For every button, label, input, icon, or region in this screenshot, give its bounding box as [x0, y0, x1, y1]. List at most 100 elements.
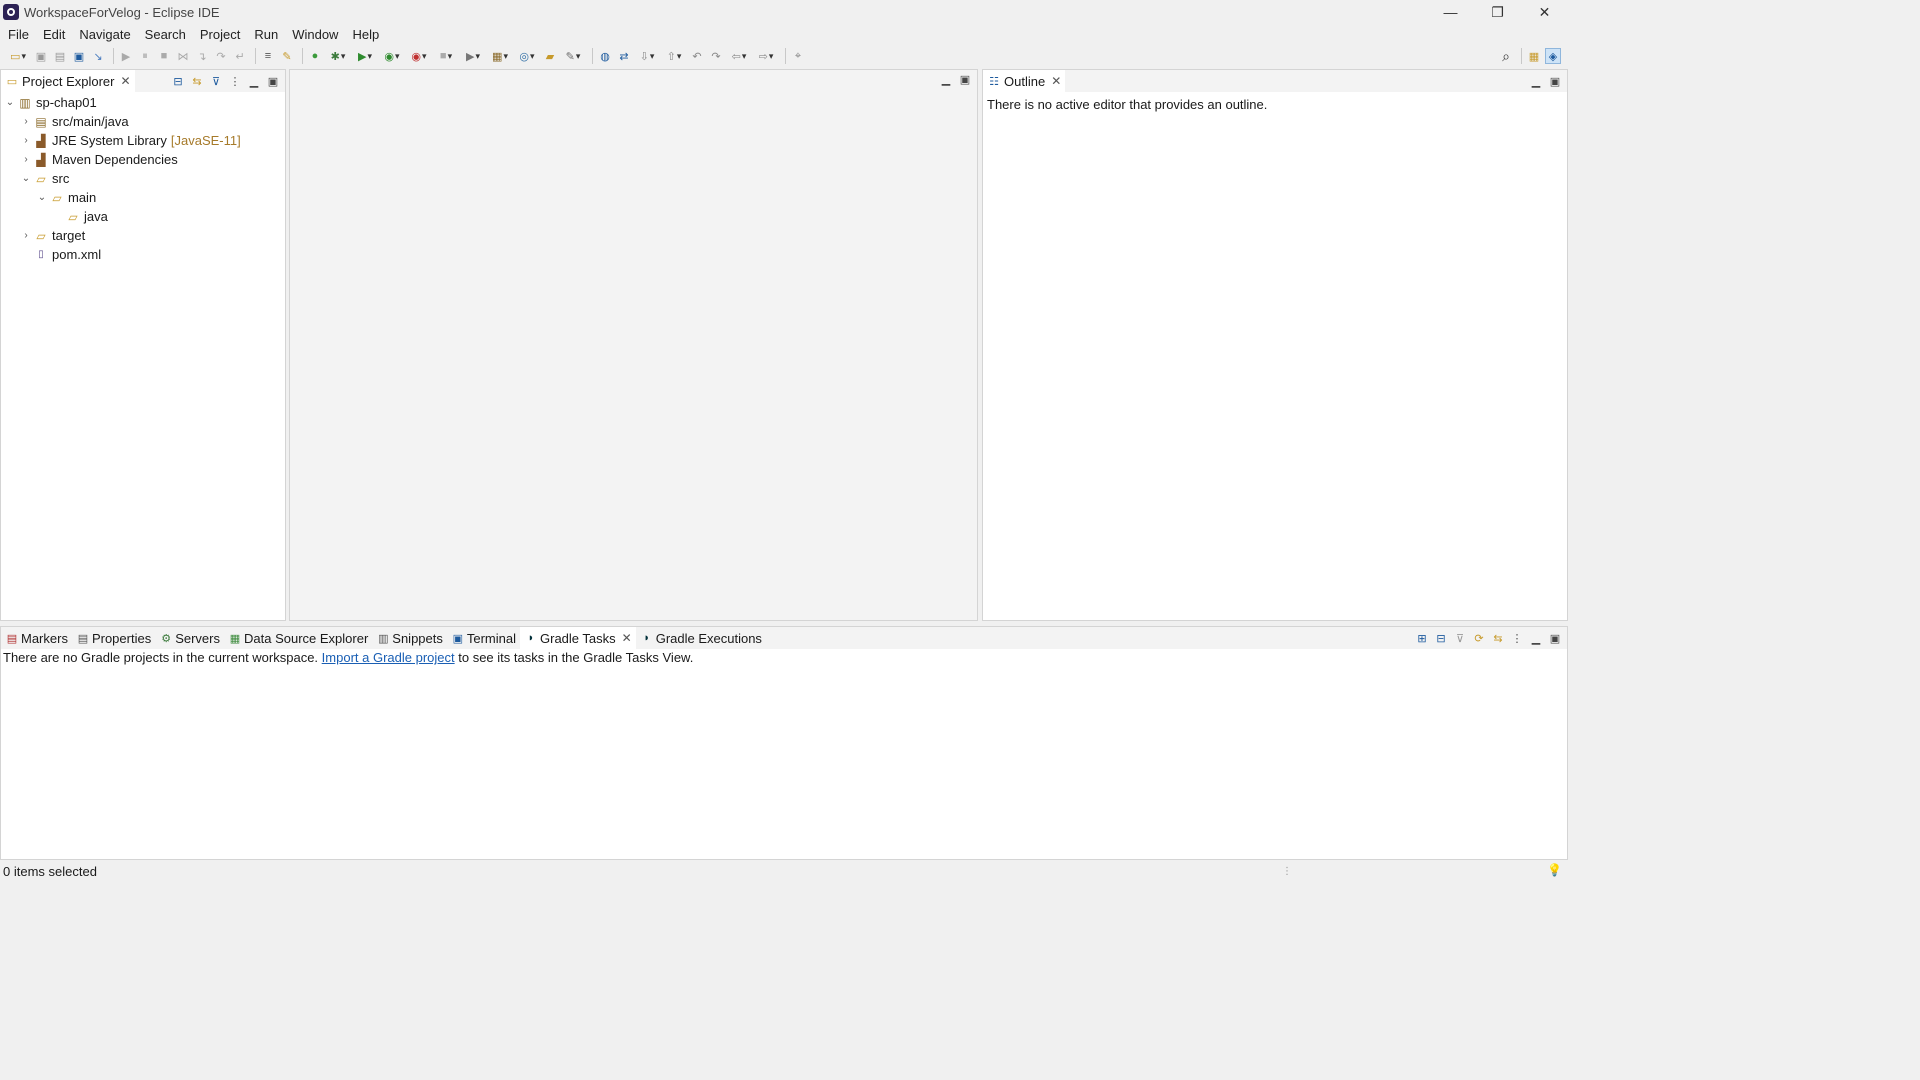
maximize-view-icon[interactable]: ▣ [265, 73, 281, 89]
chevron-down-icon[interactable]: ⌄ [35, 192, 49, 203]
filter-icon[interactable]: ⊽ [1452, 630, 1468, 646]
web-browser-icon[interactable]: ◍ [597, 48, 613, 64]
minimize-view-icon[interactable]: ▁ [246, 73, 262, 89]
collapse-all-icon[interactable]: ⊟ [170, 73, 186, 89]
open-perspective-icon[interactable]: ▦ [1526, 48, 1542, 64]
tab-markers[interactable]: ▤ Markers [1, 627, 72, 649]
next-annotation-icon[interactable]: ⇩ [635, 48, 659, 64]
open-task-icon[interactable]: ⇄ [616, 48, 632, 64]
terminal-icon[interactable]: ▣ [71, 48, 87, 64]
step-into-icon[interactable]: ↴ [194, 48, 210, 64]
open-type-icon[interactable]: ▰ [542, 48, 558, 64]
menu-search[interactable]: Search [138, 27, 193, 42]
close-icon[interactable]: ✕ [1051, 74, 1061, 88]
new-icon[interactable]: ▭ [6, 48, 30, 64]
build-icon[interactable]: ✎ [279, 48, 295, 64]
maximize-view-icon[interactable]: ▣ [1547, 73, 1563, 89]
menu-navigate[interactable]: Navigate [72, 27, 137, 42]
menu-window[interactable]: Window [285, 27, 345, 42]
tree-item-jre-system-library[interactable]: › ▟ JRE System Library [JavaSE-11] [1, 131, 285, 150]
word-wrap-icon[interactable]: ≡ [260, 48, 276, 64]
tab-servers[interactable]: ⚙ Servers [155, 627, 224, 649]
tree-item-src-main-java[interactable]: › ▤ src/main/java [1, 112, 285, 131]
spring-icon[interactable]: ● [307, 48, 323, 64]
tab-project-explorer[interactable]: ▭ Project Explorer ✕ [1, 70, 135, 92]
tree-item-sp-chap01[interactable]: ⌄ ▥ sp-chap01 [1, 93, 285, 112]
skip-breakpoints-icon[interactable]: ↘ [90, 48, 106, 64]
view-menu-icon[interactable]: ⋮ [227, 73, 243, 89]
tree-item-maven-dependencies[interactable]: › ▟ Maven Dependencies [1, 150, 285, 169]
import-gradle-project-link[interactable]: Import a Gradle project [322, 650, 455, 665]
resume-icon[interactable]: ▶ [118, 48, 134, 64]
close-icon[interactable]: ✕ [120, 74, 130, 88]
menu-run[interactable]: Run [247, 27, 285, 42]
suspend-icon[interactable]: ⏸ [137, 48, 153, 64]
tree-item-target[interactable]: › ▱ target [1, 226, 285, 245]
toolbar-separator [592, 48, 593, 64]
tab-properties[interactable]: ▤ Properties [72, 627, 155, 649]
minimize-button[interactable]: — [1427, 0, 1474, 24]
terminate-icon[interactable]: ■ [156, 48, 172, 64]
menu-edit[interactable]: Edit [36, 27, 72, 42]
menu-help[interactable]: Help [345, 27, 386, 42]
step-return-icon[interactable]: ↵ [232, 48, 248, 64]
coverage-icon[interactable]: ◉ [380, 48, 404, 64]
link-with-selection-icon[interactable]: ⇆ [1490, 630, 1506, 646]
back-icon[interactable]: ⇦ [727, 48, 751, 64]
editor-area[interactable]: ▁ ▣ [289, 69, 978, 621]
search-tool-icon[interactable]: ✎ [561, 48, 585, 64]
java-ee-perspective-icon[interactable]: ◈ [1545, 48, 1561, 64]
collapse-all-icon[interactable]: ⊟ [1433, 630, 1449, 646]
save-icon[interactable]: ▣ [33, 48, 49, 64]
maximize-view-icon[interactable]: ▣ [1547, 630, 1563, 646]
tab-terminal[interactable]: ▣ Terminal [447, 627, 520, 649]
minimize-view-icon[interactable]: ▁ [1528, 630, 1544, 646]
external-tools-icon[interactable]: ◉ [407, 48, 431, 64]
chevron-right-icon[interactable]: › [19, 135, 33, 146]
tips-icon[interactable]: 💡 [1547, 863, 1562, 877]
tab-gradle-executions[interactable]: ◗ Gradle Executions [636, 627, 766, 649]
chevron-right-icon[interactable]: › [19, 116, 33, 127]
new-java-package-icon[interactable]: ▦ [488, 48, 512, 64]
forward-edit-icon[interactable]: ↷ [708, 48, 724, 64]
disconnect-icon[interactable]: ⋈ [175, 48, 191, 64]
previous-annotation-icon[interactable]: ⇧ [662, 48, 686, 64]
tree-item-java[interactable]: ▱ java [1, 207, 285, 226]
chevron-down-icon[interactable]: ⌄ [3, 97, 17, 108]
menu-file[interactable]: File [1, 27, 36, 42]
restore-button[interactable]: ❐ [1474, 0, 1521, 24]
stop-server-icon[interactable]: ■ [434, 48, 458, 64]
tab-snippets[interactable]: ▥ Snippets [372, 627, 447, 649]
chevron-right-icon[interactable]: › [19, 230, 33, 241]
forward-icon[interactable]: ⇨ [754, 48, 778, 64]
chevron-down-icon[interactable]: ⌄ [19, 173, 33, 184]
close-window-button[interactable]: ✕ [1521, 0, 1568, 24]
refresh-icon[interactable]: ⟳ [1471, 630, 1487, 646]
maximize-view-icon[interactable]: ▣ [957, 71, 973, 87]
pin-editor-icon[interactable]: ⌖ [790, 48, 806, 64]
close-icon[interactable]: ✕ [622, 631, 632, 645]
search-icon[interactable]: ⌕ [1498, 48, 1514, 64]
expand-all-icon[interactable]: ⊞ [1414, 630, 1430, 646]
debug-icon[interactable]: ✱ [326, 48, 350, 64]
menu-project[interactable]: Project [193, 27, 247, 42]
chevron-right-icon[interactable]: › [19, 154, 33, 165]
minimize-view-icon[interactable]: ▁ [938, 71, 954, 87]
run-icon[interactable]: ▶ [353, 48, 377, 64]
view-menu-icon[interactable]: ⋮ [1509, 630, 1525, 646]
new-java-class-icon[interactable]: ◎ [515, 48, 539, 64]
step-over-icon[interactable]: ↷ [213, 48, 229, 64]
last-edit-icon[interactable]: ↶ [689, 48, 705, 64]
tab-outline[interactable]: ☷ Outline ✕ [983, 70, 1066, 92]
deploy-icon[interactable]: ▶ [461, 48, 485, 64]
tab-gradle-tasks[interactable]: ◗ Gradle Tasks ✕ [520, 627, 636, 649]
tab-data-source-explorer[interactable]: ▦ Data Source Explorer [224, 627, 372, 649]
project-icon: ▥ [19, 95, 31, 110]
filter-icon[interactable]: ⊽ [208, 73, 224, 89]
tree-item-pom-xml[interactable]: ▯ pom.xml [1, 245, 285, 264]
tree-item-main[interactable]: ⌄ ▱ main [1, 188, 285, 207]
tree-item-src[interactable]: ⌄ ▱ src [1, 169, 285, 188]
link-with-editor-icon[interactable]: ⇆ [189, 73, 205, 89]
save-all-icon[interactable]: ▤ [52, 48, 68, 64]
minimize-view-icon[interactable]: ▁ [1528, 73, 1544, 89]
